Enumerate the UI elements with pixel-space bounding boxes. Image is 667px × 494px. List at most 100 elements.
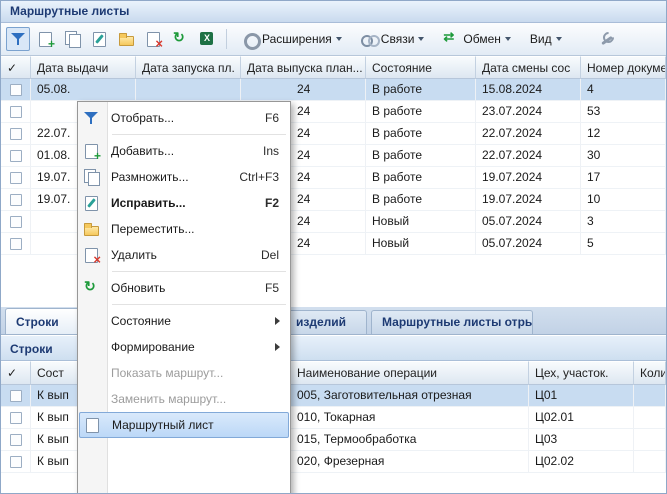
empty-icon [83, 313, 99, 329]
cell-doc-number: 17 [581, 167, 666, 188]
cell-doc-number: 4 [581, 79, 666, 100]
add-button[interactable] [33, 27, 57, 51]
menu-item-move[interactable]: Переместить... [79, 216, 289, 242]
cell-quantity [634, 451, 666, 472]
row-checkbox[interactable] [1, 79, 31, 100]
exchange-label: Обмен [463, 32, 501, 46]
shortcut-label: Ins [263, 144, 289, 158]
export-excel-button[interactable] [195, 27, 219, 51]
column-header-quantity[interactable]: Колич [634, 361, 666, 385]
tab-lines[interactable]: Строки [5, 308, 83, 334]
cell-status: В работе [366, 101, 476, 122]
chevron-down-icon [505, 37, 511, 41]
route-table-header: ✓ Дата выдачи Дата запуска пл. Дата выпу… [1, 56, 666, 79]
checkbox-icon [10, 412, 22, 424]
view-label: Вид [530, 32, 552, 46]
cell-status: В работе [366, 79, 476, 100]
duplicate-button[interactable] [60, 27, 84, 51]
checkbox-icon [10, 390, 22, 402]
menu-item-forming[interactable]: Формирование [79, 334, 289, 360]
refresh-button[interactable] [168, 27, 192, 51]
section-title: Строки [10, 342, 53, 356]
cell-quantity [634, 385, 666, 406]
checkbox-icon [10, 194, 22, 206]
column-header-workshop[interactable]: Цех, участок. [529, 361, 634, 385]
menu-item-status[interactable]: Состояние [79, 308, 289, 334]
menu-item-refresh[interactable]: Обновить F5 [79, 275, 289, 301]
column-header-launch-date[interactable]: Дата запуска пл. [136, 56, 241, 79]
add-document-icon [37, 31, 53, 47]
filter-button[interactable] [6, 27, 30, 51]
cell-status: Новый [366, 211, 476, 232]
view-menu-button[interactable]: Вид [522, 27, 570, 51]
cell-doc-number: 5 [581, 233, 666, 254]
window-title: Маршрутные листы [10, 4, 129, 18]
exchange-menu-button[interactable]: Обмен [435, 27, 519, 51]
row-checkbox[interactable] [1, 233, 31, 254]
row-checkbox[interactable] [1, 167, 31, 188]
move-button[interactable] [114, 27, 138, 51]
row-checkbox[interactable] [1, 429, 31, 450]
cell-quantity [634, 429, 666, 450]
row-checkbox[interactable] [1, 101, 31, 122]
edit-document-icon [83, 195, 99, 211]
menu-separator [112, 134, 286, 135]
chevron-down-icon [556, 37, 562, 41]
select-all-header[interactable]: ✓ [1, 361, 31, 385]
cell-workshop: Ц01 [529, 385, 634, 406]
extensions-label: Расширения [262, 32, 332, 46]
menu-separator [112, 271, 286, 272]
column-header-doc-number[interactable]: Номер докуме [581, 56, 666, 79]
cell-doc-number: 30 [581, 145, 666, 166]
checkbox-icon [10, 172, 22, 184]
row-checkbox[interactable] [1, 451, 31, 472]
chevron-down-icon [418, 37, 424, 41]
column-header-issue-date[interactable]: Дата выдачи [31, 56, 136, 79]
menu-item-replace-route: Заменить маршрут... [79, 386, 289, 412]
menu-item-edit[interactable]: Исправить... F2 [79, 190, 289, 216]
funnel-icon [10, 31, 26, 47]
cell-workshop: Ц03 [529, 429, 634, 450]
check-mark: ✓ [7, 366, 17, 380]
menu-separator [112, 304, 286, 305]
cell-status-change-date: 15.08.2024 [476, 79, 581, 100]
row-checkbox[interactable] [1, 189, 31, 210]
cell-issue-date: 05.08. [31, 79, 136, 100]
tab-tear-off-sheets[interactable]: Маршрутные листы отрыва [371, 310, 533, 334]
cell-status: В работе [366, 167, 476, 188]
extensions-menu-button[interactable]: Расширения [234, 27, 350, 51]
row-checkbox[interactable] [1, 123, 31, 144]
shortcut-label: F6 [265, 111, 289, 125]
links-menu-button[interactable]: Связи [353, 27, 433, 51]
edit-button[interactable] [87, 27, 111, 51]
empty-icon [83, 339, 99, 355]
menu-item-add[interactable]: Добавить... Ins [79, 138, 289, 164]
row-checkbox[interactable] [1, 385, 31, 406]
checkbox-icon [10, 456, 22, 468]
delete-button[interactable] [141, 27, 165, 51]
column-header-status-change-date[interactable]: Дата смены сос [476, 56, 581, 79]
checkbox-icon [10, 150, 22, 162]
settings-button[interactable] [595, 27, 619, 51]
folder-icon [118, 31, 134, 47]
row-checkbox[interactable] [1, 407, 31, 428]
menu-item-duplicate[interactable]: Размножить... Ctrl+F3 [79, 164, 289, 190]
row-checkbox[interactable] [1, 211, 31, 232]
table-row[interactable]: 05.08. 24 В работе 15.08.2024 4 [1, 79, 666, 101]
excel-icon [199, 31, 215, 47]
menu-item-filter[interactable]: Отобрать... F6 [79, 105, 289, 131]
column-header-status[interactable]: Состояние [366, 56, 476, 79]
check-mark: ✓ [7, 61, 17, 75]
shortcut-label: Del [261, 248, 289, 262]
column-header-plan-release-date[interactable]: Дата выпуска план... [241, 56, 366, 79]
cell-workshop: Ц02.01 [529, 407, 634, 428]
delete-document-icon [145, 31, 161, 47]
row-checkbox[interactable] [1, 145, 31, 166]
gear-icon [242, 31, 258, 47]
menu-item-delete[interactable]: Удалить Del [79, 242, 289, 268]
menu-item-route-sheet[interactable]: Маршрутный лист [79, 412, 289, 438]
column-header-operation[interactable]: Наименование операции [291, 361, 529, 385]
select-all-header[interactable]: ✓ [1, 56, 31, 79]
cell-status-change-date: 19.07.2024 [476, 189, 581, 210]
folder-icon [83, 221, 99, 237]
